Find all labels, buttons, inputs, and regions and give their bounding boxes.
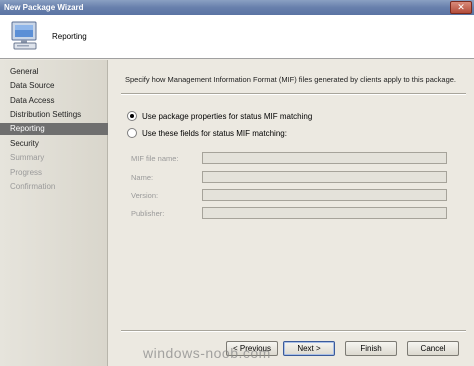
version-label: Version: [131,191,159,200]
nav-item-data-source[interactable]: Data Source [0,80,108,92]
publisher-input[interactable] [202,207,447,219]
version-input[interactable] [202,189,447,201]
wizard-header: Reporting [0,15,474,59]
name-label: Name: [131,173,154,182]
divider [121,93,466,95]
wizard-window: New Package Wizard ✕ Reporting General D… [0,0,474,366]
radio-these-fields[interactable]: Use these fields for status MIF matching… [127,127,287,139]
button-divider [121,330,466,332]
wizard-content: Specify how Management Information Forma… [109,60,474,366]
next-button[interactable]: Next > [283,341,335,356]
radio-button[interactable] [127,128,137,138]
nav-item-data-access[interactable]: Data Access [0,95,108,107]
radio-fields-label: Use these fields for status MIF matching… [142,128,287,138]
wizard-nav: General Data Source Data Access Distribu… [0,60,108,366]
nav-item-reporting[interactable]: Reporting [0,123,108,135]
cancel-button[interactable]: Cancel [407,341,459,356]
nav-item-distribution-settings[interactable]: Distribution Settings [0,109,108,121]
mif-file-name-label: MIF file name: [131,154,179,163]
nav-item-general[interactable]: General [0,66,108,78]
name-input[interactable] [202,171,447,183]
radio-package-properties[interactable]: Use package properties for status MIF ma… [127,110,312,122]
watermark: windows-noob.com [143,345,271,361]
window-title: New Package Wizard [4,3,84,12]
title-bar: New Package Wizard ✕ [0,0,474,15]
close-icon: ✕ [457,2,465,12]
finish-button[interactable]: Finish [345,341,397,356]
close-button[interactable]: ✕ [450,1,472,14]
nav-item-progress: Progress [10,168,43,177]
nav-item-confirmation: Confirmation [10,182,56,191]
radio-button-selected[interactable] [127,111,137,121]
nav-item-summary: Summary [10,153,45,162]
computer-icon [11,21,37,50]
page-description: Specify how Management Information Forma… [125,75,456,84]
nav-item-security[interactable]: Security [0,138,108,150]
publisher-label: Publisher: [131,209,165,218]
mif-file-name-input[interactable] [202,152,447,164]
page-title: Reporting [52,32,87,41]
radio-package-label: Use package properties for status MIF ma… [142,111,313,121]
